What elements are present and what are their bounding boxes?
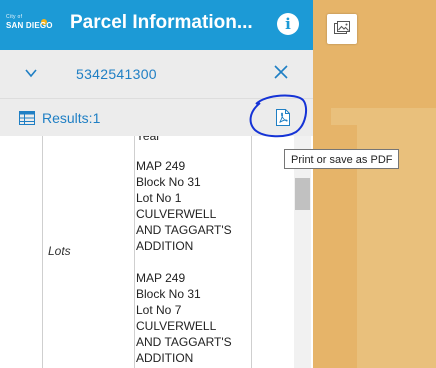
map-parcel-shape[interactable] — [357, 108, 436, 368]
value-line: MAP 249 — [136, 159, 186, 173]
basemap-gallery-icon — [334, 21, 350, 34]
value-line: CULVERWELL — [136, 207, 217, 221]
city-logo: City of SAN DIEGO — [6, 14, 53, 36]
value-line: AND TAGGART'S — [136, 223, 232, 237]
field-name-cell: Lots — [42, 136, 135, 368]
panel-title: Parcel Information... — [70, 12, 253, 33]
value-line: AND TAGGART'S — [136, 335, 232, 349]
map-view[interactable] — [313, 0, 436, 368]
field-name: Lots — [48, 244, 71, 258]
parcel-info-panel: City of SAN DIEGO Parcel Information... … — [0, 0, 313, 368]
logo-small-text: City of — [6, 14, 23, 20]
value-line: Lot No 7 — [136, 303, 182, 317]
value-line: ADDITION — [136, 351, 194, 365]
chevron-down-icon[interactable] — [25, 69, 37, 78]
value-line: Year — [136, 136, 161, 143]
value-line: CULVERWELL — [136, 319, 217, 333]
map-parcel-shape[interactable] — [331, 108, 357, 125]
scrollbar[interactable] — [294, 136, 311, 368]
parcel-id[interactable]: 5342541300 — [76, 66, 157, 82]
attribute-table: Lots Year MAP 249 Block No 31 Lot No 1 C… — [0, 136, 313, 368]
field-value-cell: Year MAP 249 Block No 31 Lot No 1 CULVER… — [133, 136, 252, 368]
value-line: Block No 31 — [136, 175, 201, 189]
value-line: Lot No 1 — [136, 191, 182, 205]
panel-header: City of SAN DIEGO Parcel Information... … — [0, 0, 313, 50]
results-count[interactable]: Results:1 — [42, 110, 100, 126]
basemap-gallery-button[interactable] — [327, 14, 357, 44]
feature-row[interactable]: 5342541300 — [0, 50, 313, 98]
value-line: MAP 249 — [136, 271, 186, 285]
table-icon[interactable] — [19, 111, 35, 125]
annotation-circle — [249, 94, 308, 138]
scrollbar-thumb[interactable] — [295, 178, 310, 210]
value-line: Block No 31 — [136, 287, 201, 301]
close-icon[interactable] — [274, 65, 288, 79]
value-line: ADDITION — [136, 239, 194, 253]
pdf-tooltip: Print or save as PDF — [284, 149, 399, 169]
info-icon[interactable]: i — [277, 13, 299, 35]
logo-main-text: SAN DIEGO — [6, 21, 53, 30]
